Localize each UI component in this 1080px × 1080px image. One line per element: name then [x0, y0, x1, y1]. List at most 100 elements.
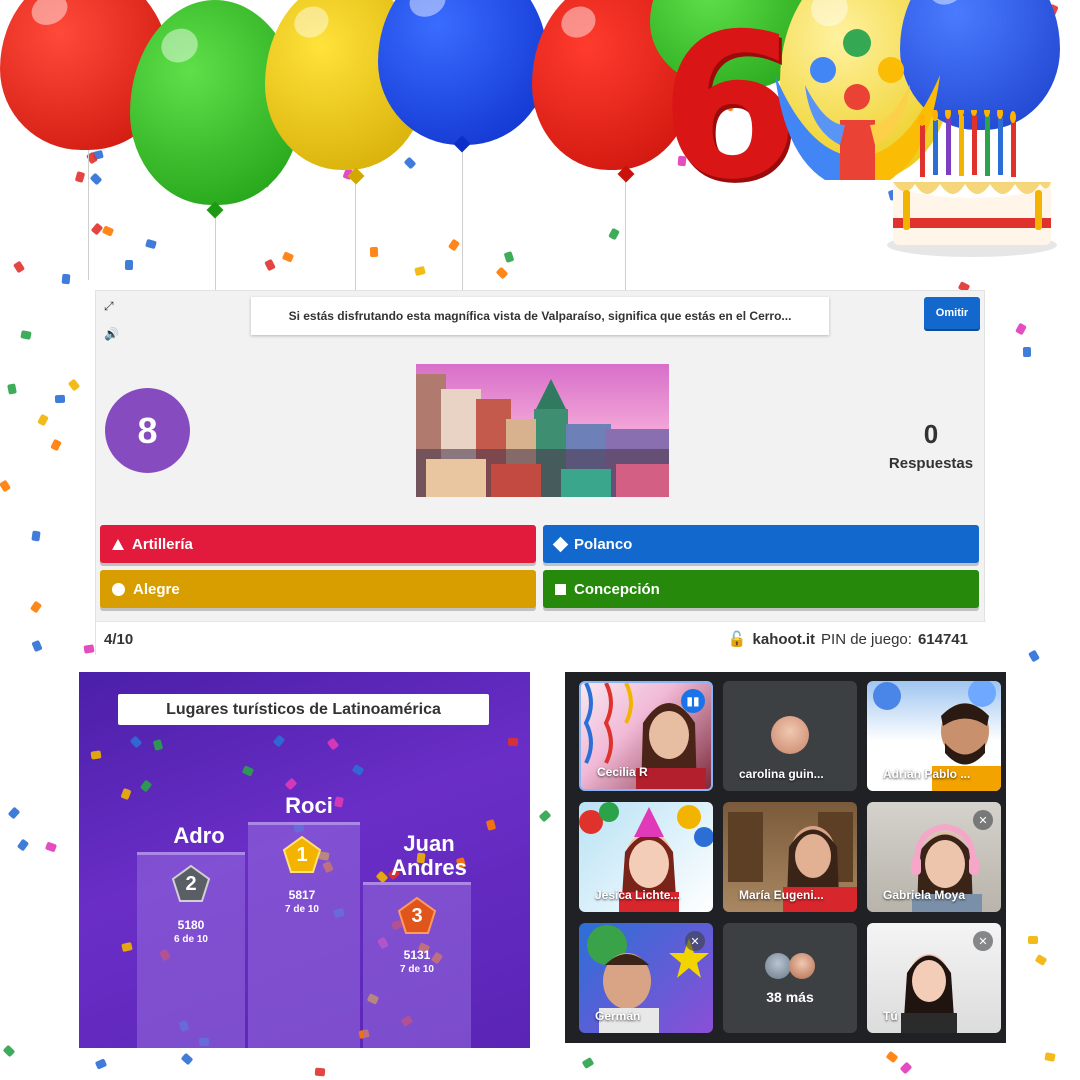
answer-label: Polanco	[574, 535, 633, 553]
question-text: Si estás disfrutando esta magnífica vist…	[251, 297, 829, 335]
quiz-title: Lugares turísticos de Latinoamérica	[118, 694, 489, 725]
confetti-piece	[121, 941, 133, 952]
confetti-piece	[272, 734, 285, 748]
answer-label: Alegre	[133, 580, 180, 598]
skip-button[interactable]: Omitir	[924, 297, 980, 329]
number-six-balloon: 6	[660, 0, 800, 224]
confetti-piece	[139, 779, 152, 793]
confetti-piece	[241, 765, 254, 777]
confetti-piece	[2, 1044, 16, 1058]
confetti-piece	[351, 764, 365, 777]
confetti-piece	[327, 737, 340, 751]
confetti-piece	[31, 530, 41, 542]
confetti-piece	[90, 222, 104, 236]
confetti-piece	[75, 170, 86, 183]
game-pin-info: 🔓 kahoot.it PIN de juego: 614741	[727, 630, 968, 649]
confetti-piece	[89, 172, 103, 185]
participant-name: Jesica Lichte...	[595, 888, 681, 902]
participant-name: Cecilia R	[597, 765, 648, 779]
answer-label: Concepción	[574, 580, 660, 598]
confetti-piece	[581, 1057, 595, 1070]
more-participants-label: 38 más	[766, 989, 814, 1005]
confetti-piece	[284, 777, 298, 791]
participant-name: Adrián Pablo ...	[883, 767, 971, 781]
participant-tile[interactable]: ✕ Tú	[867, 923, 1001, 1033]
confetti-piece	[90, 749, 102, 760]
answer-option-2[interactable]: Polanco	[543, 525, 979, 563]
confetti-piece	[264, 258, 277, 272]
birthday-cake-icon	[887, 110, 1057, 257]
site-name: kahoot.it	[752, 630, 816, 648]
second-place-rank: 2	[185, 873, 197, 895]
participant-name: María Eugeni...	[739, 888, 824, 902]
more-participants-tile[interactable]: 38 más	[723, 923, 857, 1033]
confetti-piece	[885, 1051, 899, 1064]
fullscreen-icon[interactable]: ⤢	[104, 299, 122, 317]
avatar	[765, 953, 791, 979]
triangle-icon	[112, 538, 124, 550]
answers-count: 0	[923, 419, 939, 449]
third-place-score: 5131	[403, 948, 431, 962]
confetti-piece	[414, 266, 427, 277]
answer-option-4[interactable]: Concepción	[543, 570, 979, 608]
confetti-piece	[0, 479, 12, 493]
diamond-icon	[552, 536, 569, 552]
confetti-piece	[1022, 346, 1032, 357]
video-call-grid: ▮▮ Cecilia R carolina guin... Adrián Pab…	[565, 672, 1006, 1043]
confetti-piece	[608, 228, 621, 241]
volume-icon[interactable]: 🔊	[104, 327, 122, 345]
participant-name: Tú	[883, 1009, 898, 1023]
confetti-piece	[1044, 1051, 1057, 1062]
confetti-piece	[67, 378, 80, 391]
confetti-piece	[30, 600, 43, 614]
confetti-piece	[92, 150, 104, 161]
first-place-score: 5817	[288, 888, 316, 902]
confetti-piece	[120, 787, 132, 800]
confetti-piece	[50, 438, 62, 452]
mic-off-icon: ✕	[973, 931, 993, 951]
mic-off-icon: ✕	[685, 931, 705, 951]
confetti-piece	[1028, 649, 1040, 663]
confetti-piece	[19, 330, 32, 341]
confetti-piece	[507, 737, 518, 746]
kahoot-question-panel: ⤢ 🔊 Si estás disfrutando esta magnífica …	[95, 290, 986, 656]
confetti-piece	[30, 640, 43, 653]
pin-value: 614741	[917, 630, 968, 648]
third-place-correct: 7 de 10	[400, 964, 434, 975]
countdown-timer: 8	[105, 388, 190, 473]
game-footer: 4/10 🔓 kahoot.it PIN de juego: 614741	[96, 621, 986, 656]
answers-label: Respuestas	[888, 455, 974, 472]
confetti-piece	[539, 809, 552, 822]
valparaiso-photo	[416, 364, 669, 497]
participant-tile[interactable]: María Eugeni...	[723, 802, 857, 912]
third-place-rank: 3	[411, 905, 423, 927]
confetti-piece	[124, 259, 133, 271]
confetti-piece	[94, 1058, 107, 1070]
participant-tile[interactable]: ✕ Germán	[579, 923, 713, 1033]
participant-tile[interactable]: Adrián Pablo ...	[867, 681, 1001, 791]
mic-off-icon: ✕	[973, 810, 993, 830]
answer-option-3[interactable]: Alegre	[100, 570, 536, 608]
participant-tile[interactable]: carolina guin...	[723, 681, 857, 791]
square-icon	[555, 583, 566, 595]
speaking-indicator-icon: ▮▮	[681, 689, 705, 713]
first-place-name: Roci	[285, 793, 333, 818]
first-place-rank: 1	[296, 844, 308, 866]
second-place-correct: 6 de 10	[174, 934, 208, 945]
participant-tile[interactable]: Jesica Lichte...	[579, 802, 713, 912]
confetti-piece	[55, 394, 66, 404]
confetti-piece	[102, 225, 115, 237]
participant-name: carolina guin...	[739, 767, 824, 781]
question-progress: 4/10	[104, 630, 134, 648]
avatar	[789, 953, 815, 979]
participant-tile[interactable]: ▮▮ Cecilia R	[579, 681, 713, 791]
first-place-correct: 7 de 10	[285, 904, 319, 915]
confetti-piece	[45, 841, 58, 853]
lock-icon: 🔓	[727, 631, 747, 648]
confetti-piece	[1028, 935, 1039, 944]
confetti-piece	[16, 838, 30, 852]
participant-name: Gabriela Moya	[883, 888, 966, 902]
confetti-piece	[144, 238, 157, 249]
answer-option-1[interactable]: Artillería	[100, 525, 536, 563]
participant-tile[interactable]: ✕ Gabriela Moya	[867, 802, 1001, 912]
